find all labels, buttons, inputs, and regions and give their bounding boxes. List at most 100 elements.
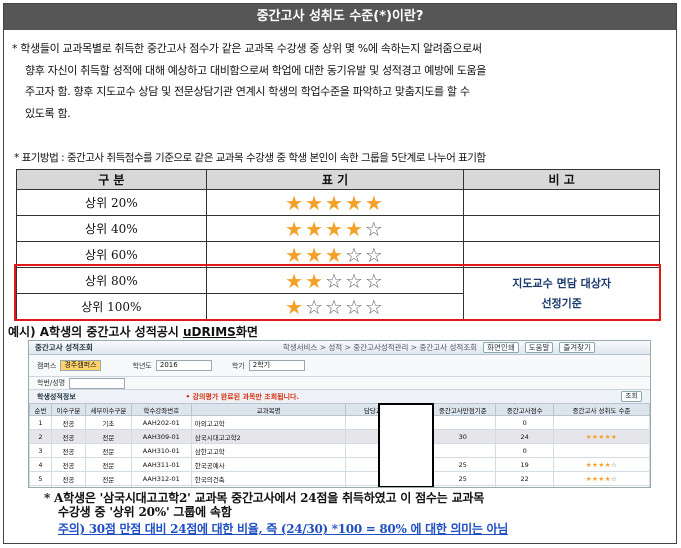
grade-stars: ★★★★★ xyxy=(205,189,465,216)
star-filled-icon: ★ xyxy=(325,216,345,241)
cell-achievement-stars: ★★★☆☆ xyxy=(553,485,650,487)
term-label: 학기 xyxy=(231,361,245,370)
help-button[interactable]: 도움말 xyxy=(524,342,554,353)
star-filled-icon: ★ xyxy=(285,190,306,215)
system-screenshot: 중간고사 성적조회 학생서비스 > 성적 > 중간고사성적관리 > 중간고사 성… xyxy=(28,340,651,488)
result-column-header: 세부이수구분 xyxy=(84,403,132,416)
cell-max: 25 xyxy=(429,457,497,472)
grade-label: 상위 100% xyxy=(16,293,207,320)
achievement-empty-stars: ☆ xyxy=(611,460,618,469)
cell-code: AAH309-01 xyxy=(130,429,192,444)
cell-score: 22 xyxy=(495,471,555,486)
table-row[interactable]: 4전공전문AAH311-01한국공예사32519★★★★☆ xyxy=(29,457,650,472)
grade-label: 상위 20% xyxy=(16,189,207,216)
cell-sub: 기초 xyxy=(84,415,132,430)
interview-target-note: 지도교수 면담 대상자 선정기준 xyxy=(463,267,660,320)
grade-label: 상위 80% xyxy=(16,267,207,294)
col-notation: 표 기 xyxy=(205,169,465,190)
cell-no: 5 xyxy=(29,471,52,486)
student-label: 학번/성명 xyxy=(37,379,66,387)
notation-method: * 표기방법 : 중간고사 취득점수를 기준으로 같은 교과목 수강생 중 학생… xyxy=(14,152,486,164)
year-select[interactable]: 2016 xyxy=(155,360,212,371)
star-filled-icon: ★ xyxy=(344,190,365,215)
achievement-filled-stars: ★★★★ xyxy=(585,460,612,469)
cell-name: 한국의건축 xyxy=(190,471,347,486)
star-empty-icon: ☆ xyxy=(344,268,365,293)
campus-label: 캠퍼스 xyxy=(37,361,57,370)
table-row[interactable]: 3 전공 전문 AAH310-01 삼한고고학 0 xyxy=(29,443,650,458)
lookup-button[interactable]: 조회 xyxy=(621,391,642,402)
screenshot-title: 중간고사 성적조회 xyxy=(35,343,93,352)
grade-label: 상위 40% xyxy=(16,215,207,242)
achievement-filled-stars: ★★★★★ xyxy=(585,432,618,441)
star-empty-icon: ☆ xyxy=(364,242,385,267)
grade-row: 상위 40% ★★★★☆ xyxy=(16,215,660,242)
cell-score: 0 xyxy=(495,415,555,430)
campus-select[interactable]: 경주캠퍼스 xyxy=(60,360,101,371)
cell-no: 2 xyxy=(29,429,52,444)
cell-type: 전공 xyxy=(50,471,86,486)
cell-sub: 전문 xyxy=(84,429,132,444)
cell-achievement-stars xyxy=(553,415,650,430)
grade-stars: ★★☆☆☆ xyxy=(205,267,465,294)
cell-type: 전공 xyxy=(50,415,86,430)
cell-name: 삼국시대고고학2 xyxy=(190,429,347,444)
cell-name: 삼한고고학 xyxy=(190,443,347,458)
cell-sub: 전문 xyxy=(84,457,132,472)
footnote-line-2: 수강생 중 '상위 20%' 그룹에 속함 xyxy=(58,505,232,519)
col-remarks: 비 고 xyxy=(463,169,660,190)
breadcrumb: 학생서비스 > 성적 > 중간고사성적관리 > 중간고사 성적조회 xyxy=(282,343,478,352)
cell-code: AAH311-01 xyxy=(130,457,192,472)
intro-line-4: 있도록 함. xyxy=(25,106,71,120)
student-input[interactable] xyxy=(69,377,126,389)
note-line-1: 지도교수 면담 대상자 xyxy=(512,276,612,290)
grade-label: 상위 60% xyxy=(16,241,207,268)
grade-remark xyxy=(463,215,660,242)
student-bar: 학번/성명 xyxy=(29,377,650,390)
cell-no: 4 xyxy=(29,457,52,472)
example-suffix: 화면 xyxy=(235,325,258,339)
star-filled-icon: ★ xyxy=(325,190,345,215)
cell-sub: 2영역:인문과예 xyxy=(84,485,132,487)
example-prefix: 예시) A학생의 중간고사 성적공시 xyxy=(8,325,184,339)
intro-line-3: 주고자 함. 향후 지도교수 상담 및 전문상담기관 연계시 학생의 학업수준을… xyxy=(25,85,470,98)
table-row[interactable]: 5전공전문AAH312-01한국의건축32522★★★★☆ xyxy=(29,471,650,486)
cell-code: AAH310-01 xyxy=(130,443,192,458)
cell-no: 3 xyxy=(29,443,52,458)
cell-type: 전공 xyxy=(50,429,86,444)
star-empty-icon: ☆ xyxy=(364,216,385,241)
favorite-button[interactable]: 즐겨찾기 xyxy=(559,342,595,353)
cell-achievement-stars: ★★★★★ xyxy=(553,429,650,444)
cell-name: 동서문화교류사 xyxy=(190,485,347,487)
grade-stars: ★☆☆☆☆ xyxy=(205,293,465,320)
intro-text: * 학생들이 교과목별로 취득한 중간고사 점수가 같은 교과목 수강생 중 상… xyxy=(12,38,662,124)
star-empty-icon: ☆ xyxy=(325,268,345,293)
print-button[interactable]: 화면인쇄 xyxy=(483,342,519,353)
cell-sub: 전문 xyxy=(84,443,132,458)
cell-sub: 전문 xyxy=(84,471,132,486)
term-select[interactable]: 2학기 xyxy=(248,360,305,371)
cell-achievement-stars xyxy=(553,443,650,458)
table-row[interactable]: 6핵심2영역:인문과예COR222-01동서문화교류사32518★★★☆☆ xyxy=(29,485,650,487)
table-row[interactable]: 2전공전문AAH309-01삼국시대고고학233024★★★★★ xyxy=(29,429,650,444)
cell-max: 30 xyxy=(429,429,497,444)
eval-warning: • 강의평가 완료된 과목만 조회됩니다. xyxy=(185,392,300,401)
cell-code: AAH312-01 xyxy=(130,471,192,486)
example-title: 예시) A학생의 중간고사 성적공시 uDRIMS화면 xyxy=(8,323,258,340)
grade-row: 상위 60% ★★★☆☆ xyxy=(16,241,660,268)
result-column-header: 이수구분 xyxy=(50,403,86,416)
cell-name: 아외고고학 xyxy=(190,415,347,430)
year-label: 학년도 xyxy=(132,361,152,370)
star-filled-icon: ★ xyxy=(285,216,306,241)
table-row[interactable]: 1 전공 기초 AAH202-01 아외고고학 0 xyxy=(29,415,650,430)
star-filled-icon: ★ xyxy=(305,190,326,215)
col-category: 구 분 xyxy=(16,169,207,190)
result-column-header: 학수강좌번호 xyxy=(130,403,192,416)
grade-remark xyxy=(463,241,660,268)
achievement-empty-stars: ☆ xyxy=(611,474,618,483)
cell-no: 6 xyxy=(29,485,52,487)
star-filled-icon: ★ xyxy=(285,242,306,267)
example-explanation: * A학생은 '삼국시대고고학2' 교과목 중간고사에서 24점을 취득하였고 … xyxy=(44,491,664,519)
result-column-header: 중간고사만점기준 xyxy=(429,403,497,416)
star-filled-icon: ★ xyxy=(285,268,306,293)
